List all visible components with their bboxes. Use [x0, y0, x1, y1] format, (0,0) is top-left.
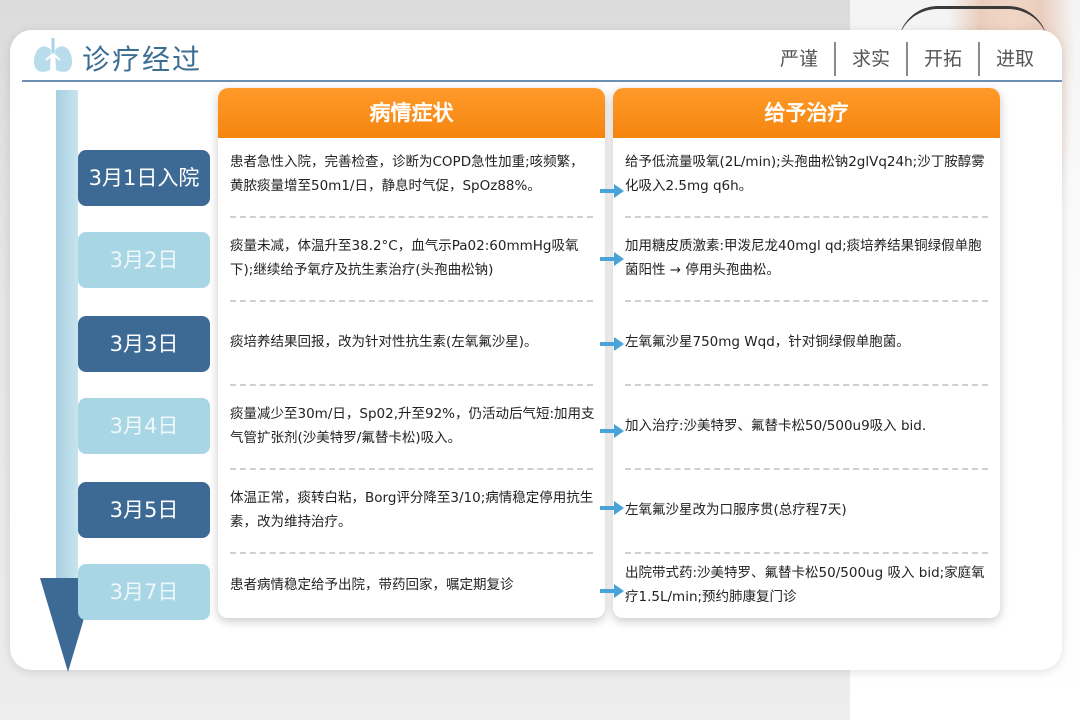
- header-divider: [22, 80, 1062, 82]
- arrow-right-icon: [600, 337, 624, 351]
- arrow-right-icon: [600, 184, 624, 198]
- date-label: 3月2日: [78, 232, 210, 288]
- date-label: 3月7日: [78, 564, 210, 620]
- treatment-header: 给予治疗: [613, 88, 1000, 138]
- arrow-right-icon: [600, 584, 624, 598]
- page-title: 诊疗经过: [82, 43, 203, 76]
- treatment-cell: 加用糖皮质激素:甲泼尼龙40mgl qd;痰培养结果铜绿假单胞菌阳性 → 停用头…: [625, 238, 982, 278]
- date-label: 3月5日: [78, 482, 210, 538]
- symptoms-column: 病情症状 患者急性入院，完善检查，诊断为COPD急性加重;咳频繁，黄脓痰量增至5…: [218, 88, 605, 618]
- timeline-bar: [56, 90, 78, 630]
- symptom-cell: 痰量未减，体温升至38.2°C，血气示Pa02:60mmHg吸氧下);继续给予氧…: [230, 238, 579, 278]
- treatment-cell: 左氧氟沙星改为口服序贯(总疗程7天): [625, 502, 847, 518]
- symptom-cell: 患者急性入院，完善检查，诊断为COPD急性加重;咳频繁，黄脓痰量增至50m1/日…: [230, 154, 584, 194]
- date-label: 3月4日: [78, 398, 210, 454]
- symptom-cell: 痰量减少至30m/日，Sp02,升至92%，仍活动后气短:加用支气管扩张剂(沙美…: [230, 406, 595, 446]
- treatment-column: 给予治疗 给予低流量吸氧(2L/min);头孢曲松钠2glVq24h;沙丁胺醇雾…: [613, 88, 1000, 618]
- symptom-cell: 体温正常，痰转白粘，Borg评分降至3/10;病情稳定停用抗生素，改为维持治疗。: [230, 490, 594, 530]
- symptom-cell: 患者病情稳定给予出院，带药回家，嘱定期复诊: [230, 577, 514, 593]
- arrow-right-icon: [600, 252, 624, 266]
- motto-item: 开拓: [908, 42, 980, 76]
- date-label: 3月3日: [78, 316, 210, 372]
- treatment-cell: 加入治疗:沙美特罗、氟替卡松50/500u9吸入 bid.: [625, 418, 927, 434]
- symptom-cell: 痰培养结果回报，改为针对性抗生素(左氧氟沙星)。: [230, 334, 538, 350]
- symptoms-header: 病情症状: [218, 88, 605, 138]
- lung-icon: [34, 38, 72, 72]
- treatment-cell: 给予低流量吸氧(2L/min);头孢曲松钠2glVq24h;沙丁胺醇雾化吸入2.…: [625, 154, 985, 194]
- treatment-cell: 出院带式药:沙美特罗、氟替卡松50/500ug 吸入 bid;家庭氧疗1.5L/…: [625, 565, 985, 605]
- motto-item: 进取: [995, 48, 1034, 70]
- arrow-right-icon: [600, 424, 624, 438]
- motto-item: 严谨: [764, 42, 836, 76]
- slide-panel: 诊疗经过 严谨 求实 开拓 进取 病情症状 患者急性入院，完善检查，诊断为COP…: [10, 30, 1062, 672]
- motto-item: 求实: [836, 42, 908, 76]
- arrow-right-icon: [600, 501, 624, 515]
- date-label: 3月1日入院: [78, 150, 210, 206]
- treatment-cell: 左氧氟沙星750mg Wqd，针对铜绿假单胞菌。: [625, 334, 910, 350]
- motto-list: 严谨 求实 开拓 进取: [764, 42, 1034, 76]
